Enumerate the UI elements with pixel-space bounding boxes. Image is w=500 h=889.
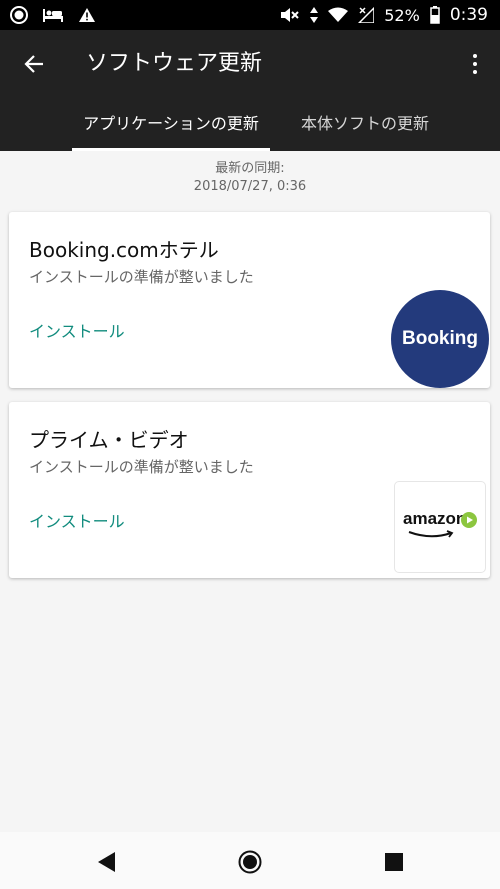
more-options-button[interactable] [464, 48, 486, 80]
booking-logo: Booking [391, 290, 489, 388]
status-bar: 52% 0:39 [0, 0, 500, 30]
app-status: インストールの準備が整いました [29, 458, 254, 476]
arrow-left-icon [24, 55, 43, 73]
update-card-booking: Booking.comホテル インストールの準備が整いました インストール Bo… [9, 212, 490, 388]
install-button[interactable]: インストール [29, 508, 125, 532]
app-status: インストールの準備が整いました [29, 268, 254, 286]
signal-icon [358, 7, 375, 23]
navigation-bar [0, 832, 500, 889]
mute-icon [281, 8, 299, 22]
last-sync-label: 最新の同期: [215, 161, 285, 176]
data-arrows-icon [310, 7, 319, 23]
record-icon [10, 6, 28, 24]
back-triangle-icon[interactable] [95, 850, 119, 874]
app-name: プライム・ビデオ [29, 428, 189, 452]
battery-icon [430, 6, 440, 24]
page-title: ソフトウェア更新 [86, 51, 263, 76]
smile-arrow-icon [408, 530, 454, 538]
tab-app-updates[interactable]: アプリケーションの更新 [72, 100, 270, 151]
recents-square-icon[interactable] [382, 850, 406, 874]
more-vert-icon [473, 54, 477, 58]
amazon-logo-text: amazon [403, 509, 467, 528]
tab-system-updates[interactable]: 本体ソフトの更新 [296, 100, 434, 151]
home-circle-icon[interactable] [238, 850, 262, 874]
warning-icon [79, 8, 95, 22]
booking-logo-text: Booking [402, 328, 478, 349]
play-badge-icon [461, 512, 477, 528]
app-bar: ソフトウェア更新 アプリケーションの更新 本体ソフトの更新 [0, 30, 500, 151]
last-sync-datetime: 2018/07/27, 0:36 [193, 179, 307, 194]
bed-icon [43, 9, 63, 22]
last-sync-info: 最新の同期: 2018/07/27, 0:36 [0, 160, 500, 196]
battery-percent: 52% [384, 5, 420, 25]
amazon-logo: amazon [395, 482, 485, 572]
tab-bar: アプリケーションの更新 本体ソフトの更新 [0, 100, 500, 151]
install-button[interactable]: インストール [29, 318, 125, 342]
back-button[interactable] [18, 48, 50, 80]
clock: 0:39 [449, 5, 488, 25]
wifi-icon [328, 7, 349, 22]
app-name: Booking.comホテル [29, 238, 219, 262]
update-card-prime-video: プライム・ビデオ インストールの準備が整いました インストール amazon [9, 402, 490, 578]
